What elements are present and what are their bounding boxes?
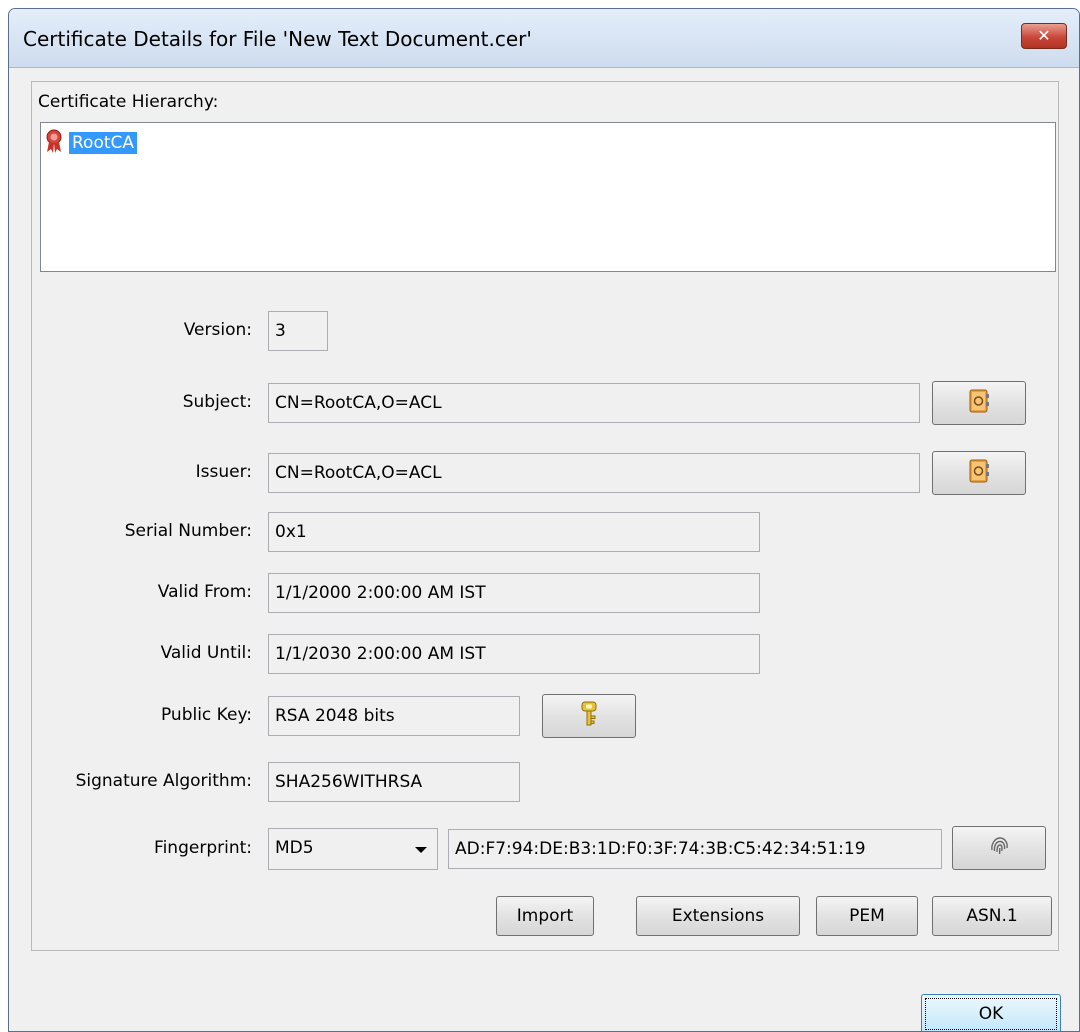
issuer-label: Issuer:	[195, 462, 252, 482]
public-key-details-button[interactable]	[542, 694, 636, 738]
subject-label: Subject:	[182, 392, 252, 412]
fingerprint-field[interactable]: AD:F7:94:DE:B3:1D:F0:3F:74:3B:C5:42:34:5…	[448, 829, 942, 869]
pem-button-label: PEM	[849, 906, 885, 926]
certificate-panel: Certificate Hierarchy: RootCA Version: 3…	[31, 81, 1059, 951]
asn1-button-label: ASN.1	[966, 906, 1018, 926]
fingerprint-algorithm-select[interactable]: MD5	[268, 828, 438, 870]
chevron-down-icon	[415, 847, 427, 853]
ok-button[interactable]: OK	[921, 994, 1061, 1031]
signature-algorithm-label: Signature Algorithm:	[75, 771, 252, 791]
subject-field[interactable]: CN=RootCA,O=ACL	[268, 383, 920, 423]
signature-algorithm-field[interactable]: SHA256WITHRSA	[268, 762, 520, 802]
valid-until-field[interactable]: 1/1/2030 2:00:00 AM IST	[268, 634, 760, 674]
focus-ring	[925, 998, 1057, 1030]
address-book-icon	[968, 459, 990, 488]
close-button[interactable]: ✕	[1021, 23, 1067, 49]
import-button[interactable]: Import	[496, 896, 594, 936]
issuer-field[interactable]: CN=RootCA,O=ACL	[268, 453, 920, 493]
hierarchy-label: Certificate Hierarchy:	[38, 92, 219, 112]
tree-item-rootca[interactable]: RootCA	[43, 128, 138, 158]
issuer-details-button[interactable]	[932, 451, 1026, 495]
serial-number-field[interactable]: 0x1	[268, 512, 760, 552]
serial-number-label: Serial Number:	[124, 521, 252, 541]
title-bar: Certificate Details for File 'New Text D…	[9, 9, 1079, 68]
fingerprint-details-button[interactable]	[952, 826, 1046, 870]
public-key-label: Public Key:	[160, 705, 252, 725]
pem-button[interactable]: PEM	[816, 896, 918, 936]
window-title: Certificate Details for File 'New Text D…	[23, 27, 532, 51]
certificate-ribbon-icon	[43, 128, 65, 158]
valid-until-label: Valid Until:	[160, 643, 252, 663]
certificate-hierarchy-tree[interactable]: RootCA	[40, 122, 1056, 272]
address-book-icon	[968, 389, 990, 418]
extensions-button[interactable]: Extensions	[636, 896, 800, 936]
valid-from-label: Valid From:	[157, 582, 252, 602]
asn1-button[interactable]: ASN.1	[932, 896, 1052, 936]
valid-from-field[interactable]: 1/1/2000 2:00:00 AM IST	[268, 573, 760, 613]
fingerprint-icon	[987, 834, 1011, 863]
fingerprint-label: Fingerprint:	[154, 838, 252, 858]
subject-details-button[interactable]	[932, 381, 1026, 425]
version-field[interactable]: 3	[268, 311, 328, 351]
fingerprint-algorithm-value: MD5	[275, 838, 314, 858]
extensions-button-label: Extensions	[671, 906, 765, 926]
version-label: Version:	[183, 320, 252, 340]
import-button-label: Import	[516, 906, 574, 926]
tree-item-label: RootCA	[69, 132, 138, 154]
public-key-field[interactable]: RSA 2048 bits	[268, 696, 520, 736]
certificate-details-dialog: Certificate Details for File 'New Text D…	[8, 8, 1080, 1032]
key-icon	[579, 701, 599, 732]
